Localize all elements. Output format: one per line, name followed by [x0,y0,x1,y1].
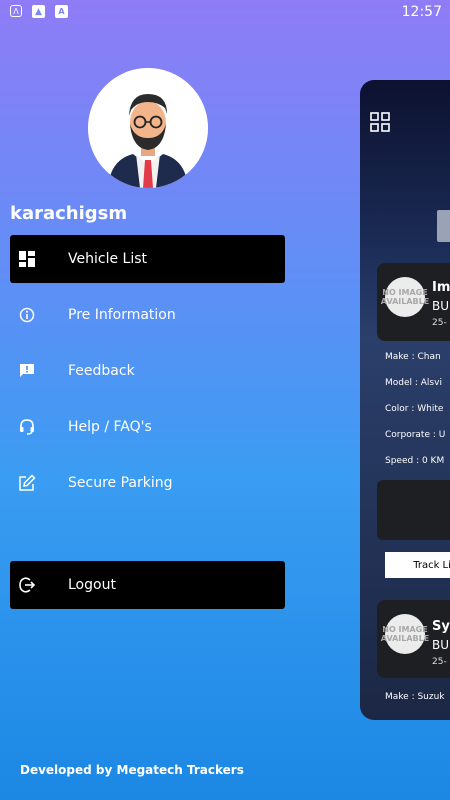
filter-chip[interactable] [437,210,450,242]
status-bar: Λ ▲ A 12:57 [0,0,450,24]
menu-item-help-faq[interactable]: Help / FAQ's [10,403,285,451]
menu-item-feedback[interactable]: Feedback [10,347,285,395]
status-time: 12:57 [401,4,442,20]
vehicle-title: Sy [432,619,450,634]
menu-item-label: Vehicle List [68,251,147,267]
no-image-placeholder: NO IMAGE AVAILABLE [381,277,429,317]
no-image-placeholder: NO IMAGE AVAILABLE [381,614,429,654]
vehicle-date: 25- [432,657,447,667]
headset-icon [18,418,36,436]
detail-speed: Speed : 0 KM [385,456,445,466]
detail-model: Model : Alsvi [385,378,442,388]
menu-item-label: Help / FAQ's [68,419,152,435]
menu-item-label: Pre Information [68,307,176,323]
text-a-icon: A [55,5,68,18]
status-icons: Λ ▲ A [10,5,68,18]
menu-item-label: Feedback [68,363,135,379]
vehicle-subtitle: BU [432,638,450,652]
feedback-icon [18,362,36,380]
track-live-button[interactable]: Track Liv [385,552,450,578]
image-icon: ▲ [32,5,45,18]
detail-corporate: Corporate : U [385,430,446,440]
edit-icon [18,474,36,492]
menu-item-vehicle-list[interactable]: Vehicle List [10,235,285,283]
logout-label: Logout [68,577,116,593]
avatar[interactable] [88,68,208,188]
detail-color: Color : White [385,404,444,414]
vehicle-subtitle: BU [432,299,450,313]
man-with-beard-avatar [88,68,208,188]
dashboard-icon [18,250,36,268]
menu-item-pre-information[interactable]: Pre Information [10,291,285,339]
grid-view-icon[interactable] [370,112,390,136]
no-image-text: NO IMAGE AVAILABLE [380,625,430,643]
detail-make: Make : Suzuk [385,692,445,702]
detail-make: Make : Chan [385,352,441,362]
app-a-icon: Λ [10,5,22,17]
username: karachigsm [10,203,128,224]
developer-credit: Developed by Megatech Trackers [20,763,244,777]
vehicle-date: 25- [432,318,447,328]
no-image-text: NO IMAGE AVAILABLE [380,288,430,306]
info-icon [18,306,36,324]
vehicle-title: Im [432,280,450,295]
menu-item-secure-parking[interactable]: Secure Parking [10,459,285,507]
logout-icon [18,576,36,594]
main-screen-preview[interactable]: NO IMAGE AVAILABLE Im BU 25- Make : Chan… [360,80,450,720]
map-placeholder [377,480,450,540]
logout-button[interactable]: Logout [10,561,285,609]
menu-item-label: Secure Parking [68,475,173,491]
